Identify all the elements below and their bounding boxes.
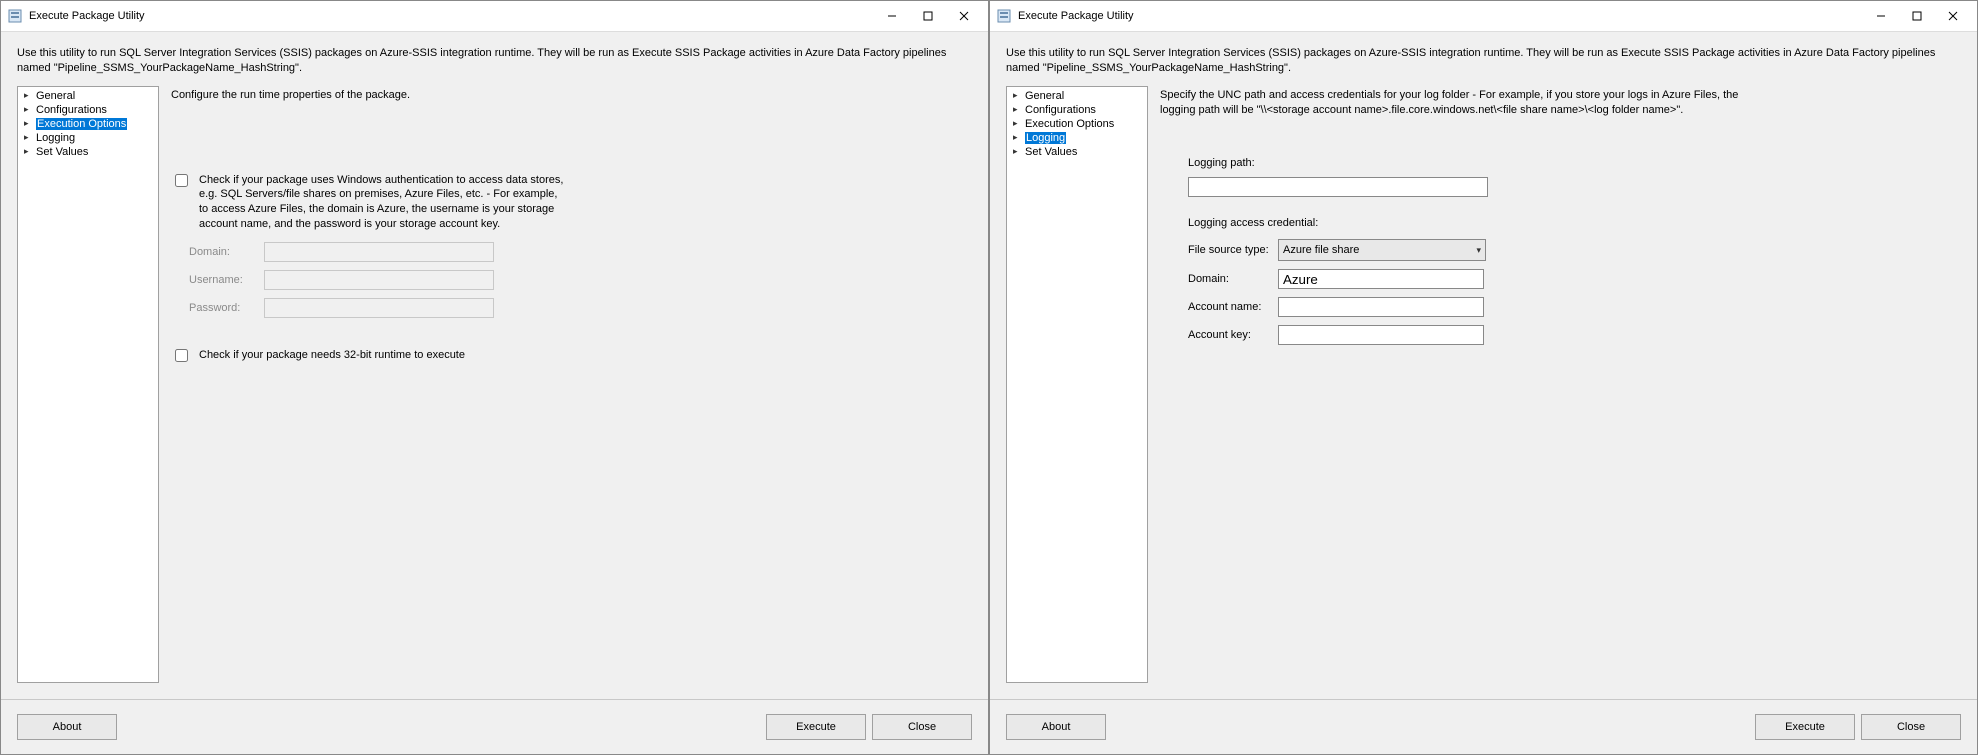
nav-item-execution-options[interactable]: ▸Execution Options [20, 117, 156, 131]
minimize-button[interactable] [874, 2, 910, 30]
nav-panel: ▸General ▸Configurations ▸Execution Opti… [1006, 86, 1148, 683]
file-source-label: File source type: [1188, 244, 1278, 256]
domain-label: Domain: [1188, 273, 1278, 285]
domain-input [264, 242, 494, 262]
about-button[interactable]: About [1006, 714, 1106, 740]
content-panel: Specify the UNC path and access credenti… [1160, 86, 1961, 683]
execute-button[interactable]: Execute [1755, 714, 1855, 740]
window-title: Execute Package Utility [29, 10, 874, 22]
account-name-label: Account name: [1188, 301, 1278, 313]
window-controls [1863, 2, 1971, 30]
content-heading: Specify the UNC path and access credenti… [1160, 86, 1740, 158]
nav-item-execution-options[interactable]: ▸Execution Options [1009, 117, 1145, 131]
logging-path-label: Logging path: [1188, 157, 1961, 169]
close-button[interactable] [946, 2, 982, 30]
account-key-label: Account key: [1188, 329, 1278, 341]
domain-input[interactable] [1278, 269, 1484, 289]
maximize-button[interactable] [1899, 2, 1935, 30]
chevron-down-icon: ▾ [1476, 245, 1481, 256]
footer: About Execute Close [1, 699, 988, 754]
maximize-button[interactable] [910, 2, 946, 30]
close-dialog-button[interactable]: Close [1861, 714, 1961, 740]
nav-item-set-values[interactable]: ▸Set Values [1009, 145, 1145, 159]
utility-description: Use this utility to run SQL Server Integ… [1, 32, 988, 86]
content-heading: Configure the run time properties of the… [171, 86, 972, 173]
close-dialog-button[interactable]: Close [872, 714, 972, 740]
titlebar: Execute Package Utility [990, 1, 1977, 32]
window-execution-options: Execute Package Utility Use this utility… [0, 0, 989, 755]
account-name-input[interactable] [1278, 297, 1484, 317]
username-label: Username: [189, 274, 264, 286]
app-icon [996, 8, 1012, 24]
windows-auth-label: Check if your package uses Windows authe… [199, 173, 569, 232]
execute-button[interactable]: Execute [766, 714, 866, 740]
app-icon [7, 8, 23, 24]
32bit-checkbox[interactable] [175, 349, 188, 362]
window-controls [874, 2, 982, 30]
nav-item-general[interactable]: ▸General [1009, 89, 1145, 103]
nav-item-logging[interactable]: ▸Logging [20, 131, 156, 145]
nav-item-configurations[interactable]: ▸Configurations [20, 103, 156, 117]
password-input [264, 298, 494, 318]
nav-item-configurations[interactable]: ▸Configurations [1009, 103, 1145, 117]
titlebar: Execute Package Utility [1, 1, 988, 32]
username-input [264, 270, 494, 290]
content-panel: Configure the run time properties of the… [171, 86, 972, 683]
logging-path-input[interactable] [1188, 177, 1488, 197]
utility-description: Use this utility to run SQL Server Integ… [990, 32, 1977, 86]
credential-section-label: Logging access credential: [1188, 217, 1961, 229]
nav-item-set-values[interactable]: ▸Set Values [20, 145, 156, 159]
nav-item-general[interactable]: ▸General [20, 89, 156, 103]
minimize-button[interactable] [1863, 2, 1899, 30]
close-button[interactable] [1935, 2, 1971, 30]
about-button[interactable]: About [17, 714, 117, 740]
window-title: Execute Package Utility [1018, 10, 1863, 22]
footer: About Execute Close [990, 699, 1977, 754]
file-source-select[interactable]: Azure file share ▾ [1278, 239, 1486, 261]
domain-label: Domain: [189, 246, 264, 258]
windows-auth-checkbox[interactable] [175, 174, 188, 187]
password-label: Password: [189, 302, 264, 314]
32bit-label: Check if your package needs 32-bit runti… [199, 348, 569, 363]
window-logging: Execute Package Utility Use this utility… [989, 0, 1978, 755]
nav-item-logging[interactable]: ▸Logging [1009, 131, 1145, 145]
nav-panel: ▸General ▸Configurations ▸Execution Opti… [17, 86, 159, 683]
account-key-input[interactable] [1278, 325, 1484, 345]
